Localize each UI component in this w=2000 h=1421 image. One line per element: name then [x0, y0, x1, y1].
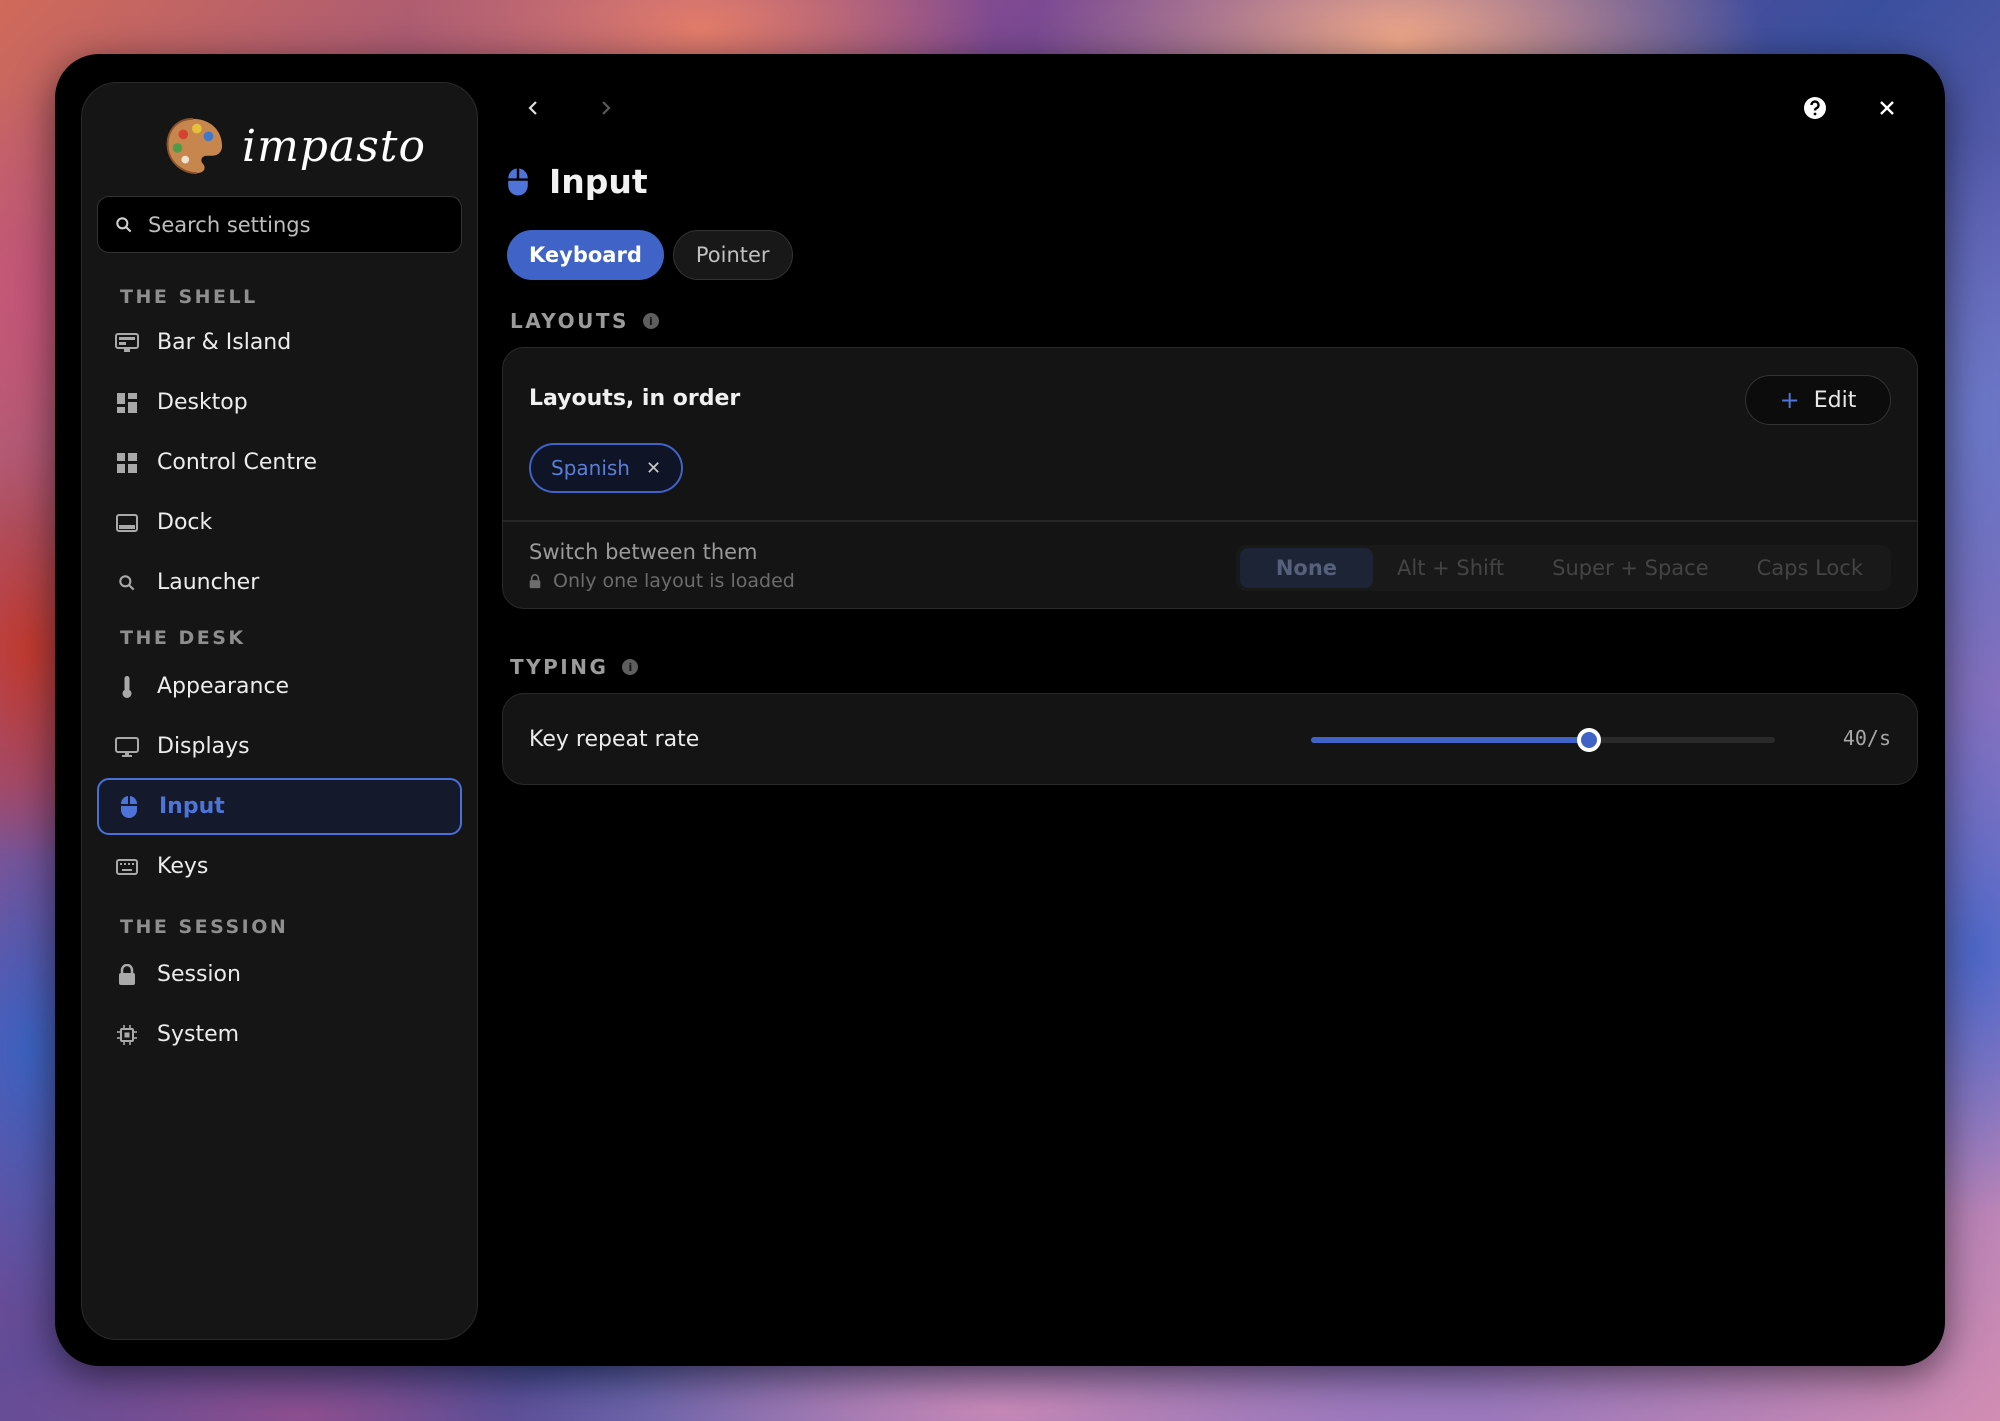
key-repeat-label: Key repeat rate	[529, 727, 700, 752]
sidebar: impasto THE SHELL Bar & Island Desktop	[81, 82, 478, 1340]
switch-layouts-note: Only one layout is loaded	[529, 570, 795, 592]
layouts-card: Layouts, in order + Edit Spanish ✕ Switc…	[502, 347, 1918, 609]
sidebar-item-displays[interactable]: Displays	[97, 718, 462, 775]
grid-icon	[115, 391, 139, 415]
switch-option-none: None	[1239, 548, 1374, 588]
key-repeat-value: 40/s	[1842, 726, 1891, 750]
sidebar-item-system[interactable]: System	[97, 1006, 462, 1063]
monitor-bar-icon	[115, 331, 139, 355]
switch-layouts-label: Switch between them	[529, 540, 758, 564]
key-repeat-slider[interactable]	[1311, 728, 1775, 752]
forward-button[interactable]	[586, 88, 626, 128]
sidebar-item-label: Displays	[157, 734, 250, 759]
tab-keyboard[interactable]: Keyboard	[507, 230, 664, 280]
switch-option-alt-shift: Alt + Shift	[1397, 556, 1505, 580]
typing-card: Key repeat rate 40/s	[502, 693, 1918, 785]
switch-shortcut-selector: None Alt + Shift Super + Space Caps Lock	[1235, 545, 1891, 591]
sidebar-item-keys[interactable]: Keys	[97, 838, 462, 895]
section-label-session: THE SESSION	[120, 916, 289, 938]
sidebar-item-label: Bar & Island	[157, 330, 292, 355]
key-repeat-thumb[interactable]	[1577, 728, 1602, 752]
section-label-desk: THE DESK	[120, 627, 246, 649]
close-icon	[1880, 101, 1894, 115]
layouts-section-title: LAYOUTS	[510, 309, 629, 333]
typing-section-title: TYPING	[510, 655, 609, 679]
sidebar-item-dock[interactable]: Dock	[97, 494, 462, 551]
settings-window: impasto THE SHELL Bar & Island Desktop	[55, 54, 1945, 1366]
edit-label: Edit	[1813, 387, 1857, 413]
search-icon	[115, 571, 139, 595]
sidebar-item-bar-island[interactable]: Bar & Island	[97, 314, 462, 371]
sidebar-item-label: Dock	[157, 510, 213, 535]
info-icon[interactable]: i	[622, 659, 639, 675]
chevron-left-icon	[528, 101, 537, 115]
back-button[interactable]	[513, 88, 553, 128]
layout-chip-label: Spanish	[551, 456, 630, 480]
sidebar-item-label: Input	[159, 794, 225, 819]
sidebar-item-input[interactable]: Input	[97, 778, 462, 835]
grid-icon	[115, 451, 139, 475]
search-box[interactable]	[97, 196, 462, 253]
section-label-shell: THE SHELL	[120, 286, 258, 308]
sidebar-item-label: Launcher	[157, 570, 260, 595]
edit-layouts-button[interactable]: + Edit	[1745, 375, 1891, 425]
thermometer-icon	[115, 675, 139, 699]
tab-bar: Keyboard Pointer	[507, 230, 793, 280]
mouse-icon	[508, 168, 528, 195]
layout-chip-spanish: Spanish ✕	[529, 443, 684, 493]
sidebar-item-label: Keys	[157, 854, 209, 879]
remove-chip-icon[interactable]: ✕	[646, 458, 661, 479]
close-button[interactable]	[1867, 88, 1907, 128]
lock-icon	[529, 573, 541, 588]
search-input[interactable]	[148, 212, 448, 237]
layouts-section-label: LAYOUTS i	[510, 309, 659, 333]
sidebar-item-label: Appearance	[157, 674, 290, 699]
chevron-right-icon	[602, 101, 611, 115]
sidebar-item-launcher[interactable]: Launcher	[97, 554, 462, 611]
info-icon[interactable]: i	[642, 313, 659, 329]
plus-icon: +	[1779, 386, 1800, 414]
palette-icon	[166, 117, 223, 175]
app-logo: impasto	[162, 111, 426, 181]
sidebar-item-appearance[interactable]: Appearance	[97, 658, 462, 715]
typing-section-label: TYPING i	[510, 655, 639, 679]
search-icon	[116, 216, 132, 232]
sidebar-item-label: Session	[157, 962, 241, 987]
dock-icon	[115, 511, 139, 535]
help-icon	[1804, 97, 1826, 119]
app-name: impasto	[242, 120, 426, 172]
page-title: Input	[549, 162, 648, 201]
switch-option-caps-lock: Caps Lock	[1756, 556, 1863, 580]
monitor-icon	[115, 735, 139, 759]
page-header: Input	[507, 162, 648, 201]
card-divider	[503, 520, 1917, 522]
key-repeat-fill	[1311, 737, 1590, 743]
sidebar-item-desktop[interactable]: Desktop	[97, 374, 462, 431]
lock-icon	[115, 963, 139, 987]
sidebar-item-session[interactable]: Session	[97, 946, 462, 1003]
switch-note-text: Only one layout is loaded	[553, 570, 795, 592]
sidebar-item-label: Desktop	[157, 390, 248, 415]
keyboard-icon	[115, 855, 139, 879]
tab-pointer[interactable]: Pointer	[672, 230, 793, 280]
layouts-card-title: Layouts, in order	[529, 386, 741, 411]
help-button[interactable]	[1795, 88, 1835, 128]
sidebar-item-label: Control Centre	[157, 450, 318, 475]
mouse-icon	[117, 795, 141, 819]
sidebar-item-label: System	[157, 1022, 240, 1047]
chip-icon	[115, 1023, 139, 1047]
sidebar-item-control-centre[interactable]: Control Centre	[97, 434, 462, 491]
switch-option-super-space: Super + Space	[1552, 556, 1709, 580]
